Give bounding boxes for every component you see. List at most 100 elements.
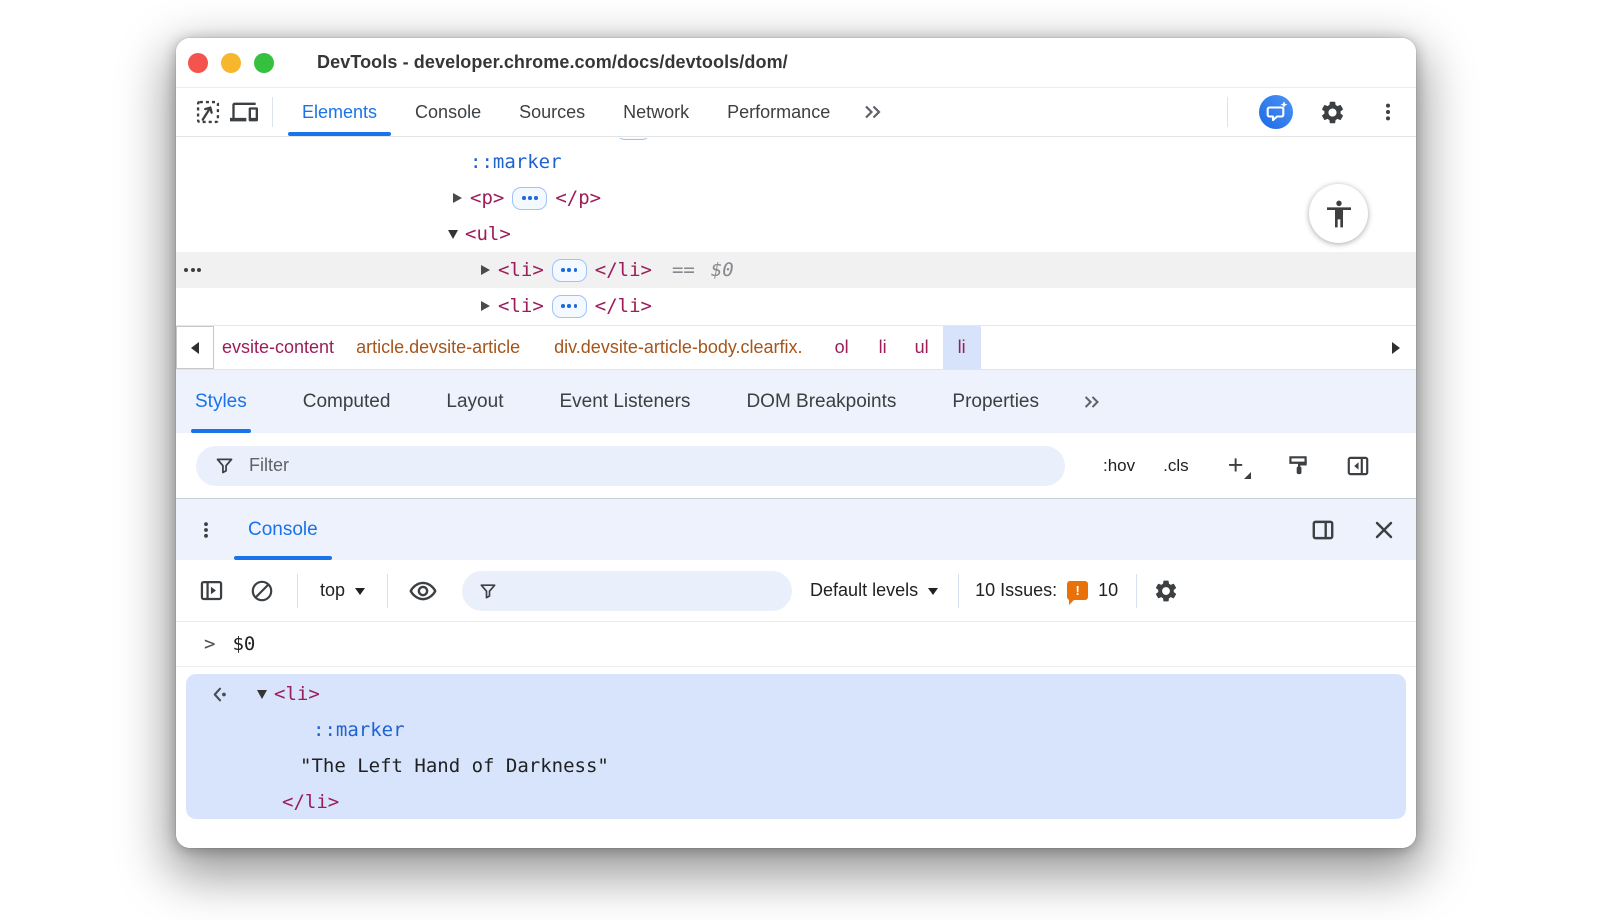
command-prompt-chevron: > <box>204 633 216 655</box>
expand-ellipsis-icon <box>616 138 651 140</box>
expand-arrow-icon[interactable] <box>481 301 490 311</box>
tab-elements[interactable]: Elements <box>287 88 392 136</box>
collapse-arrow-icon[interactable] <box>257 689 267 699</box>
breadcrumb: evsite-content article.devsite-article d… <box>176 325 1416 370</box>
tab-styles[interactable]: Styles <box>191 370 251 433</box>
tab-sources[interactable]: Sources <box>519 88 585 136</box>
zoom-window-button[interactable] <box>254 52 274 73</box>
expand-ellipsis-icon[interactable] <box>512 186 548 210</box>
dock-panel-icon[interactable] <box>1310 517 1336 543</box>
devtools-toolbar: Elements Console Sources Network Perform… <box>176 88 1416 137</box>
result-li-open-tag: <li> <box>274 683 320 705</box>
console-filter-field[interactable] <box>462 570 793 611</box>
element-classes-button[interactable]: .cls <box>1163 456 1189 476</box>
console-messages: > $0 <li> ::marker "The Left Hand of Dar… <box>176 622 1416 848</box>
ul-open-tag: <ul> <box>465 223 511 245</box>
breadcrumb-item-ol[interactable]: ol <box>835 337 849 358</box>
more-tabs-icon[interactable] <box>861 100 885 124</box>
message-divider <box>176 666 1416 667</box>
tab-properties[interactable]: Properties <box>952 370 1039 433</box>
new-style-rule-button[interactable]: + <box>1221 450 1251 481</box>
breadcrumb-item-li[interactable]: li <box>879 337 887 358</box>
tree-row-li-selected[interactable]: <li> </li> == $0 <box>176 252 1416 288</box>
result-text-node: "The Left Hand of Darkness" <box>300 755 609 777</box>
tab-performance[interactable]: Performance <box>727 88 830 136</box>
tab-event-listeners[interactable]: Event Listeners <box>559 370 690 433</box>
li-open-tag: <li> <box>498 259 544 281</box>
marker-pseudo-element: ::marker <box>470 151 562 173</box>
dropdown-caret-icon <box>928 588 939 595</box>
toolbar-divider <box>297 573 298 608</box>
inspect-element-icon[interactable] <box>190 94 226 130</box>
toggle-sidebar-icon[interactable] <box>1345 453 1371 479</box>
tree-row-ul[interactable]: <ul> <box>176 216 1416 252</box>
collapse-arrow-icon[interactable] <box>448 229 458 239</box>
console-result-highlighted[interactable]: <li> ::marker "The Left Hand of Darkness… <box>186 674 1406 819</box>
issues-counter[interactable]: 10 Issues: ! 10 <box>975 580 1119 605</box>
breadcrumb-item-div[interactable]: div.devsite-article-body.clearfix. <box>554 337 802 358</box>
accessibility-person-icon[interactable] <box>1309 184 1368 243</box>
expand-arrow-icon[interactable] <box>481 265 490 275</box>
toolbar-divider <box>1136 573 1138 608</box>
minimize-window-button[interactable] <box>221 52 241 73</box>
kebab-menu-icon[interactable] <box>196 520 216 540</box>
live-expression-eye-icon[interactable] <box>408 576 438 606</box>
execution-context-selector[interactable]: top <box>320 580 366 601</box>
clear-console-icon[interactable] <box>249 578 275 604</box>
breadcrumb-item-li-selected[interactable]: li <box>942 326 981 369</box>
breadcrumb-scroll-left-button[interactable] <box>176 326 214 369</box>
toggle-element-state-button[interactable]: :hov <box>1103 456 1135 476</box>
kebab-menu-icon[interactable] <box>1370 94 1406 130</box>
issues-count: 10 <box>1098 580 1119 600</box>
expand-arrow-icon[interactable] <box>453 193 462 203</box>
result-li-close-tag: </li> <box>282 791 340 813</box>
expand-ellipsis-icon[interactable] <box>551 294 587 318</box>
tab-network[interactable]: Network <box>623 88 689 136</box>
styles-filter-bar: :hov .cls + <box>176 433 1416 499</box>
tab-computed[interactable]: Computed <box>303 370 391 433</box>
expand-ellipsis-icon[interactable] <box>551 258 587 282</box>
toolbar-divider <box>958 573 960 608</box>
drawer-tab-console[interactable]: Console <box>234 499 332 560</box>
window-title: DevTools - developer.chrome.com/docs/dev… <box>317 52 788 72</box>
tab-dom-breakpoints[interactable]: DOM Breakpoints <box>746 370 896 433</box>
filter-funnel-icon <box>216 458 233 474</box>
more-tabs-icon[interactable] <box>1081 391 1103 413</box>
toolbar-divider <box>1227 97 1228 127</box>
row-overflow-dots-icon[interactable] <box>184 268 201 272</box>
console-sidebar-icon[interactable] <box>198 577 225 604</box>
p-close-tag: </p> <box>555 187 602 209</box>
styles-filter-input[interactable] <box>249 455 845 476</box>
log-levels-selector[interactable]: Default levels <box>810 580 939 601</box>
console-filter-input[interactable] <box>498 583 759 598</box>
close-window-button[interactable] <box>188 52 208 73</box>
tree-row-marker[interactable]: ::marker <box>176 144 1416 180</box>
desktop-background: DevTools - developer.chrome.com/docs/dev… <box>0 0 1600 920</box>
li-close-tag: </li> <box>594 295 652 317</box>
breadcrumb-scroll-right-button chevron-right-icon[interactable] <box>1392 341 1400 354</box>
console-command-echo[interactable]: > $0 <box>176 622 1416 666</box>
ai-assistance-icon[interactable] <box>1258 94 1294 130</box>
result-marker-pseudo: ::marker <box>313 719 405 741</box>
console-toolbar: top Default levels 10 Issues: ! 10 <box>176 560 1416 622</box>
equals-annotation: == <box>671 259 695 281</box>
filter-funnel-icon <box>480 583 496 598</box>
device-toolbar-icon[interactable] <box>226 94 262 130</box>
tab-console[interactable]: Console <box>415 88 481 136</box>
tree-row-p[interactable]: <p> </p> <box>176 180 1416 216</box>
console-settings-gear-icon[interactable] <box>1153 578 1179 604</box>
breadcrumb-item-article[interactable]: article.devsite-article <box>356 337 520 358</box>
dollar-zero-annotation: $0 <box>710 259 734 281</box>
returned-value-icon <box>210 685 229 704</box>
context-label: top <box>320 580 346 600</box>
styles-filter-field[interactable] <box>196 445 1065 486</box>
breadcrumb-item-ul[interactable]: ul <box>915 337 929 358</box>
settings-gear-icon[interactable] <box>1314 94 1350 130</box>
console-drawer-header: Console <box>176 499 1416 560</box>
tab-layout[interactable]: Layout <box>446 370 503 433</box>
breadcrumb-item-devsite-content[interactable]: evsite-content <box>222 337 334 358</box>
close-drawer-icon[interactable] <box>1372 518 1396 542</box>
tree-row-li[interactable]: <li> </li> <box>176 288 1416 324</box>
li-open-tag: <li> <box>498 295 544 317</box>
rendering-brush-icon[interactable] <box>1285 453 1311 479</box>
